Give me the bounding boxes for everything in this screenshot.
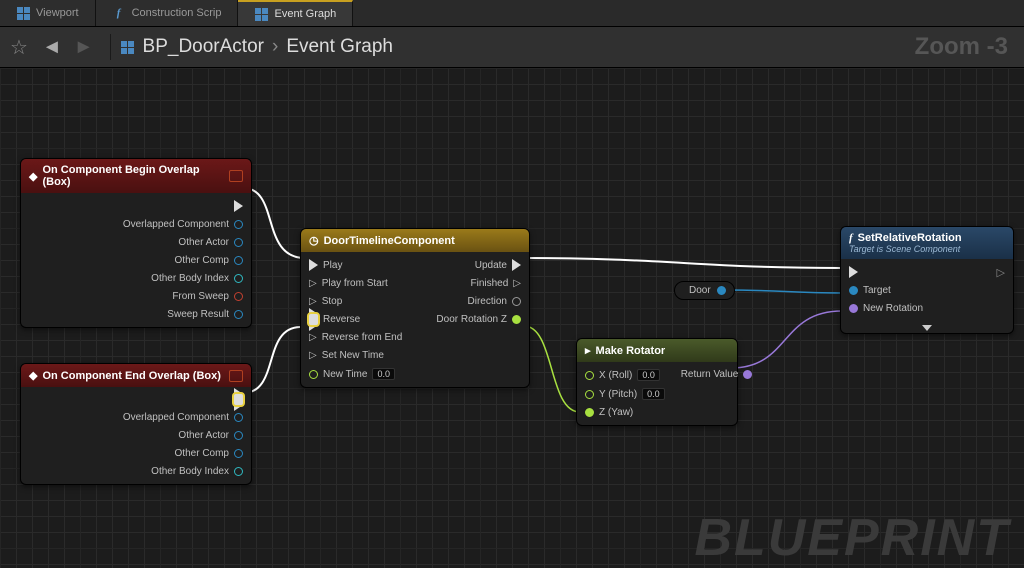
tab-viewport[interactable]: Viewport <box>0 0 96 26</box>
pin-reverse-from-end[interactable]: ▷Reverse from End <box>305 331 406 344</box>
node-header: fSetRelativeRotation Target is Scene Com… <box>841 227 1013 259</box>
delegate-icon <box>229 370 243 382</box>
breadcrumb[interactable]: BP_DoorActor›Event Graph <box>143 36 393 58</box>
pin-x-roll[interactable]: X (Roll)0.0 <box>581 368 664 382</box>
separator <box>110 34 111 60</box>
node-header: ◷DoorTimelineComponent <box>301 229 529 252</box>
pin-other-comp[interactable]: Other Comp <box>171 447 247 460</box>
watermark: BLUEPRINT <box>694 508 1010 568</box>
pin-other-actor[interactable]: Other Actor <box>174 236 247 249</box>
pin-new-rotation[interactable]: New Rotation <box>845 302 927 315</box>
favorite-icon[interactable]: ☆ <box>10 35 28 60</box>
timeline-icon: ◷ <box>309 234 319 247</box>
pin-other-body-index[interactable]: Other Body Index <box>147 272 247 285</box>
pin-other-actor[interactable]: Other Actor <box>174 429 247 442</box>
pin-stop[interactable]: ▷Stop <box>305 295 346 308</box>
node-header: ▸Make Rotator <box>577 339 737 362</box>
node-subtitle: Target is Scene Component <box>849 244 960 254</box>
pin-return-value[interactable]: Return Value <box>677 368 757 381</box>
delegate-icon <box>229 170 243 182</box>
pin-other-body-index[interactable]: Other Body Index <box>147 465 247 478</box>
node-header: ◆On Component Begin Overlap (Box) <box>21 159 251 193</box>
exec-out-pin[interactable] <box>230 199 247 213</box>
variable-node-door[interactable]: Door <box>674 281 735 300</box>
tab-construction[interactable]: fConstruction Scrip <box>96 0 239 26</box>
exec-out-pin[interactable] <box>230 393 247 406</box>
toolbar: ☆ ◄ ► BP_DoorActor›Event Graph Zoom -3 <box>0 27 1024 68</box>
pin-overlapped-component[interactable]: Overlapped Component <box>119 218 247 231</box>
graph-tabs: Viewport fConstruction Scrip Event Graph <box>0 0 1024 27</box>
viewport-icon <box>16 6 30 20</box>
node-make-rotator[interactable]: ▸Make Rotator X (Roll)0.0 Y (Pitch)0.0 Z… <box>576 338 738 426</box>
nav-forward[interactable]: ► <box>74 36 94 59</box>
variable-label: Door <box>689 285 711 296</box>
node-timeline[interactable]: ◷DoorTimelineComponent Play ▷Play from S… <box>300 228 530 388</box>
pin-finished[interactable]: Finished▷ <box>466 277 525 290</box>
pin-new-time[interactable]: New Time0.0 <box>305 367 399 381</box>
pin-set-new-time[interactable]: ▷Set New Time <box>305 349 388 362</box>
exec-in-pin[interactable] <box>845 265 862 279</box>
node-begin-overlap[interactable]: ◆On Component Begin Overlap (Box) Overla… <box>20 158 252 328</box>
tab-event-graph[interactable]: Event Graph <box>238 0 353 26</box>
pin-play[interactable]: Play <box>305 258 346 272</box>
pin-y-pitch[interactable]: Y (Pitch)0.0 <box>581 387 669 401</box>
pin-reverse[interactable]: Reverse <box>305 313 364 326</box>
event-graph-icon <box>254 7 268 21</box>
exec-out-pin[interactable]: ▷ <box>993 265 1009 280</box>
pin-overlapped-component[interactable]: Overlapped Component <box>119 411 247 424</box>
nav-back[interactable]: ◄ <box>42 36 62 59</box>
zoom-indicator: Zoom -3 <box>915 33 1008 61</box>
event-icon: ◆ <box>29 369 37 382</box>
pin-sweep-result[interactable]: Sweep Result <box>163 308 247 321</box>
graph-icon <box>121 40 135 54</box>
node-end-overlap[interactable]: ◆On Component End Overlap (Box) Overlapp… <box>20 363 252 485</box>
pin-play-from-start[interactable]: ▷Play from Start <box>305 277 392 290</box>
pin-target[interactable]: Target <box>845 284 895 297</box>
function-icon: f <box>112 6 126 20</box>
pin-from-sweep[interactable]: From Sweep <box>168 290 247 303</box>
pin-direction[interactable]: Direction <box>464 295 525 308</box>
pin-update[interactable]: Update <box>471 258 525 272</box>
pin-other-comp[interactable]: Other Comp <box>171 254 247 267</box>
pin-door-out[interactable] <box>717 286 726 295</box>
pin-door-rotation-z[interactable]: Door Rotation Z <box>432 313 525 326</box>
node-set-relative-rotation[interactable]: fSetRelativeRotation Target is Scene Com… <box>840 226 1014 334</box>
function-icon: f <box>849 232 853 244</box>
expand-icon[interactable] <box>922 325 932 331</box>
pin-z-yaw[interactable]: Z (Yaw) <box>581 406 637 419</box>
graph-canvas[interactable]: ◆On Component Begin Overlap (Box) Overla… <box>0 68 1024 568</box>
struct-icon: ▸ <box>585 344 591 357</box>
node-header: ◆On Component End Overlap (Box) <box>21 364 251 387</box>
event-icon: ◆ <box>29 170 37 183</box>
